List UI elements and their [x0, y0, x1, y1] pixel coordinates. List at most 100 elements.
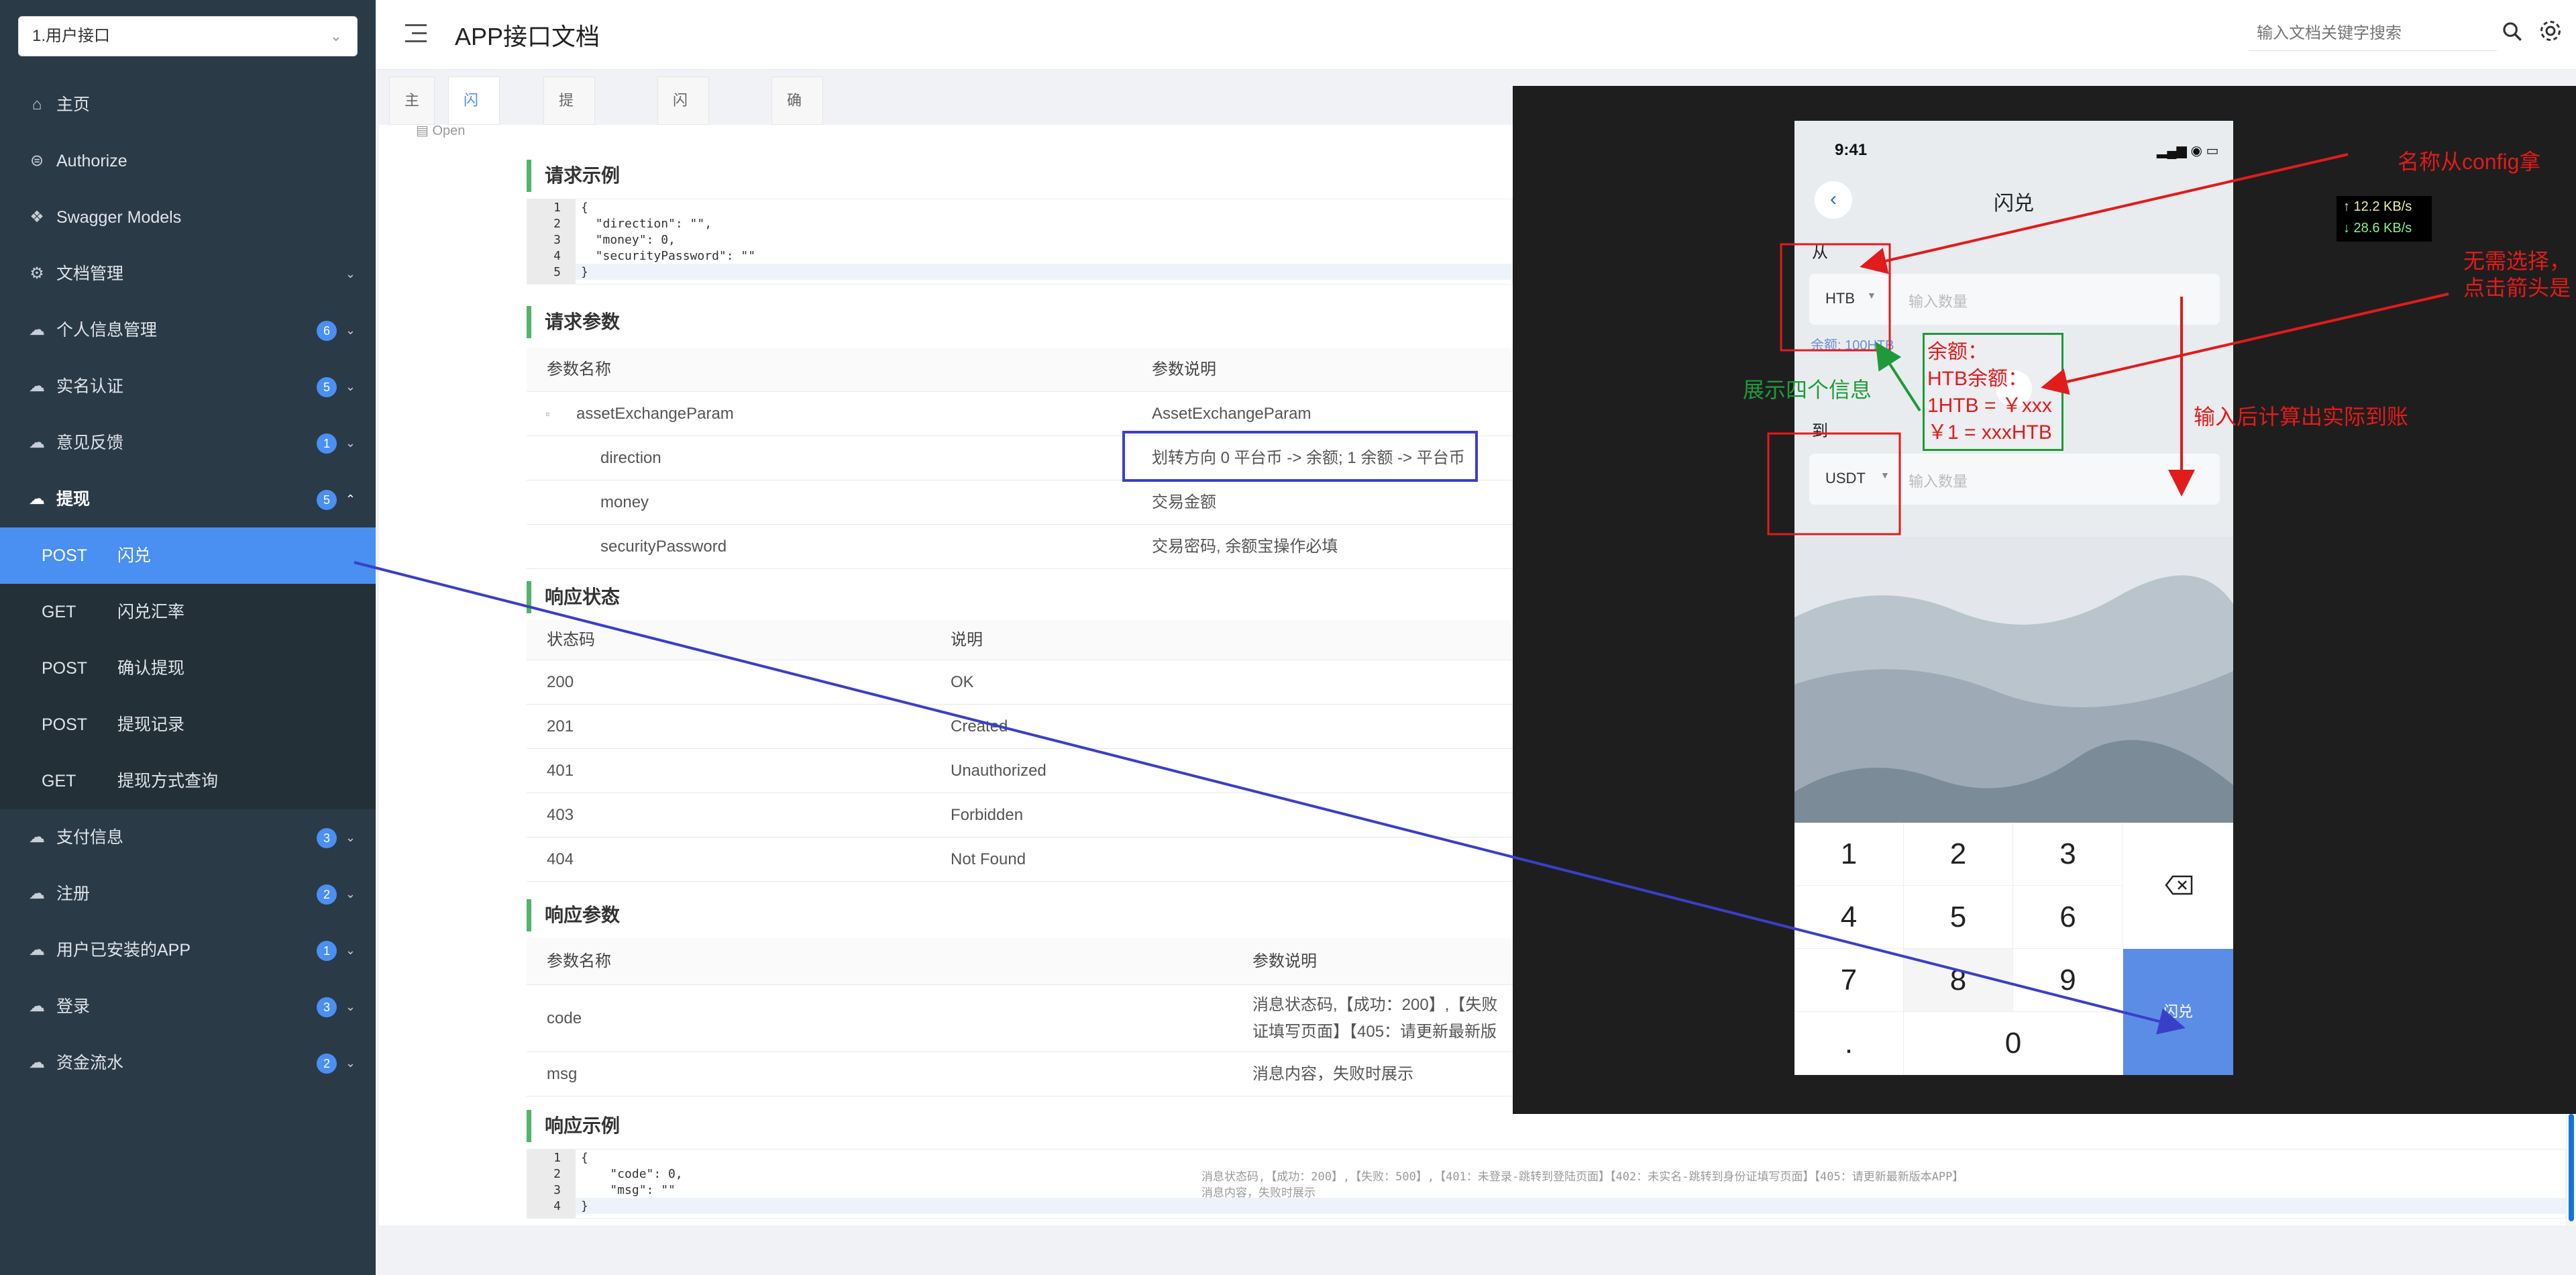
scrollbar-thumb[interactable] [2569, 1114, 2574, 1221]
sidebar-item-login[interactable]: ☁ 登录 3 ⌄ [0, 978, 376, 1035]
sidebar-item-fund-flow[interactable]: ☁ 资金流水 2 ⌄ [0, 1035, 376, 1091]
request-example-code: 1 2 3 4 5 { "direction": "", "money": 0,… [527, 199, 1513, 285]
annotation-balance-box: 余额： HTB余额： 1HTB = ￥xxx ￥1 = xxxHTB [1923, 333, 2063, 451]
table-row: 403 Forbidden [527, 793, 1513, 837]
key-4[interactable]: 4 [1794, 886, 1904, 949]
sidebar-subitem-flash-exchange[interactable]: POST 闪兑 [0, 527, 376, 584]
count-badge: 1 [317, 434, 337, 454]
key-2[interactable]: 2 [1904, 823, 2013, 886]
key-7[interactable]: 7 [1794, 949, 1904, 1012]
from-label: 从 [1812, 244, 1828, 262]
phone-mockup: 9:41 ▂▄▆ ◉ ▭ ‹ 闪兑 从 HTB ▼ 输入数量 余额: 100HT… [1794, 121, 2233, 1075]
to-amount-input[interactable]: 输入数量 [1909, 470, 1968, 491]
count-badge: 2 [317, 1054, 337, 1074]
to-coin-select[interactable]: USDT [1825, 470, 1866, 487]
from-coin-select[interactable]: HTB [1825, 290, 1855, 307]
table-row: 201 Created [527, 705, 1513, 749]
sidebar-item-installed-apps[interactable]: ☁ 用户已安装的APP 1 ⌄ [0, 922, 376, 978]
cloud-icon: ☁ [29, 434, 45, 452]
table-row: 401 Unauthorized [527, 749, 1513, 793]
response-example-code: 1 2 3 4 { "code": 0, "msg": "" } 消息状态码,【… [527, 1149, 2566, 1219]
from-amount-input[interactable]: 输入数量 [1909, 290, 1968, 311]
number-keypad: 1 2 3 4 5 6 7 8 9 . 0 闪兑 [1794, 823, 2233, 1075]
sidebar-item-register[interactable]: ☁ 注册 2 ⌄ [0, 866, 376, 922]
cloud-icon: ☁ [29, 997, 45, 1015]
key-0[interactable]: 0 [1904, 1012, 2123, 1075]
chevron-up-icon: ⌃ [345, 493, 356, 506]
backspace-key[interactable] [2123, 823, 2233, 949]
response-params-title: 响应参数 [527, 899, 620, 931]
menu-toggle-icon[interactable] [402, 20, 429, 47]
from-input-card[interactable]: HTB ▼ 输入数量 [1809, 274, 2220, 325]
group-select-value: 1.用户接口 [32, 27, 111, 45]
key-dot[interactable]: . [1794, 1012, 1904, 1075]
cloud-icon: ☁ [29, 377, 45, 395]
count-badge: 3 [317, 828, 337, 848]
status-time: 9:41 [1835, 141, 1868, 159]
status-icons: ▂▄▆ ◉ ▭ [2157, 144, 2219, 158]
sidebar-item-doc-management[interactable]: ⚙ 文档管理 ⌄ [0, 246, 376, 302]
sidebar-subitem-exchange-rate[interactable]: GET 闪兑汇率 [0, 584, 376, 640]
sidebar-subitem-withdraw-methods[interactable]: GET 提现方式查询 [0, 753, 376, 809]
table-row: ▫ assetExchangeParam AssetExchangeParam [527, 392, 1513, 436]
tab-exchange-rate[interactable]: 闪兑汇率✕ [657, 76, 709, 297]
key-1[interactable]: 1 [1794, 823, 1904, 886]
sidebar-item-home[interactable]: ⌂ 主页 [0, 76, 376, 133]
tab-confirm-withdraw[interactable]: 确认提现✕ [771, 76, 823, 297]
backspace-icon [2165, 875, 2193, 895]
cloud-icon: ☁ [29, 321, 45, 339]
cloud-icon: ☁ [29, 828, 45, 846]
cloud-icon: ☁ [29, 490, 45, 508]
sidebar-item-realname[interactable]: ☁ 实名认证 5 ⌄ [0, 358, 376, 415]
shield-icon: ⊜ [30, 152, 44, 170]
count-badge: 2 [317, 884, 337, 905]
cube-icon: ❖ [30, 208, 44, 226]
tab-withdraw-records[interactable]: 提现记录✕ [543, 76, 595, 297]
cloud-icon: ☁ [29, 884, 45, 903]
search-icon[interactable] [2501, 20, 2524, 43]
key-8[interactable]: 8 [1904, 949, 2013, 1012]
open-link[interactable]: ▤ Open [416, 122, 465, 139]
caret-down-icon: ▼ [1867, 290, 1876, 301]
sidebar-item-feedback[interactable]: ☁ 意见反馈 1 ⌄ [0, 415, 376, 471]
sidebar-item-payment[interactable]: ☁ 支付信息 3 ⌄ [0, 809, 376, 866]
tab-flash-exchange[interactable]: 闪兑✕ [448, 76, 500, 203]
table-row: direction 划转方向 0 平台币 -> 余额; 1 余额 -> 平台币 [527, 436, 1513, 480]
chevron-down-icon: ⌄ [345, 436, 356, 450]
sidebar-subitem-withdraw-records[interactable]: POST 提现记录 [0, 697, 376, 753]
chevron-down-icon: ⌄ [345, 887, 356, 901]
group-select[interactable]: 1.用户接口 ⌄ [18, 16, 358, 56]
balance-text: 余额: 100HTB [1811, 338, 1894, 353]
chevron-down-icon: ⌄ [345, 323, 356, 337]
chevron-down-icon: ⌄ [345, 944, 356, 957]
sidebar-item-profile[interactable]: ☁ 个人信息管理 6 ⌄ [0, 302, 376, 358]
key-5[interactable]: 5 [1904, 886, 2013, 949]
tab-home[interactable]: 主页 [389, 76, 435, 156]
annotation-no-select-2: 点击箭头是 [2463, 276, 2571, 300]
table-header: 状态码 说明 [527, 620, 1513, 660]
header: APP接口文档 [376, 0, 2576, 70]
chevron-down-icon: ⌄ [345, 1056, 356, 1070]
search-input[interactable] [2249, 16, 2497, 51]
key-9[interactable]: 9 [2013, 949, 2123, 1012]
table-header: 参数名称 参数说明 [527, 348, 1513, 392]
key-3[interactable]: 3 [2013, 823, 2123, 886]
sidebar-item-authorize[interactable]: ⊜ Authorize [0, 133, 376, 189]
to-input-card[interactable]: USDT ▼ 输入数量 [1809, 454, 2220, 505]
table-row: code 消息状态码,【成功：200】,【失败 证填写页面】【405：请更新最新… [527, 985, 1513, 1052]
collapse-icon[interactable]: ▫ [545, 392, 549, 436]
response-example-title: 响应示例 [527, 1110, 620, 1142]
table-row: msg 消息内容，失败时展示 [527, 1052, 1513, 1096]
chevron-down-icon: ⌄ [345, 380, 356, 393]
to-label: 到 [1812, 422, 1828, 440]
submit-flash-exchange-button[interactable]: 闪兑 [2123, 949, 2233, 1075]
settings-icon[interactable] [2538, 19, 2563, 43]
count-badge: 1 [317, 941, 337, 961]
annotation-config-name: 名称从config拿 [2398, 150, 2541, 174]
sidebar-item-swagger-models[interactable]: ❖ Swagger Models [0, 189, 376, 246]
sidebar-item-withdraw[interactable]: ☁ 提现 5 ⌃ [0, 471, 376, 527]
count-badge: 3 [317, 997, 337, 1017]
sidebar-subitem-confirm-withdraw[interactable]: POST 确认提现 [0, 640, 376, 697]
home-icon: ⌂ [32, 95, 42, 113]
key-6[interactable]: 6 [2013, 886, 2123, 949]
